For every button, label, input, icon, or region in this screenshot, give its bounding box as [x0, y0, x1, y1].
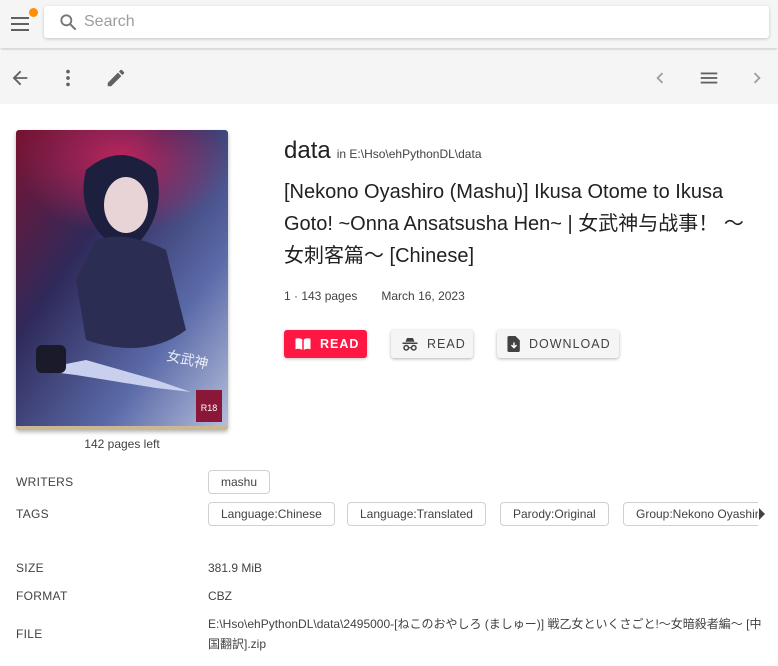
- edit-icon[interactable]: [104, 66, 128, 90]
- book-meta: 1 · 143 pages March 16, 2023: [284, 289, 465, 303]
- incognito-icon: [402, 338, 418, 351]
- tag-chip[interactable]: Language:Translated: [347, 502, 486, 526]
- book-date: March 16, 2023: [381, 289, 465, 303]
- book-cover[interactable]: R18 女武神: [16, 130, 228, 430]
- tag-chip[interactable]: Group:Nekono Oyashiro: [623, 502, 758, 526]
- arrow-back-icon[interactable]: [8, 66, 32, 90]
- pages-info: 1 · 143 pages: [284, 289, 358, 303]
- size-label: SIZE: [16, 561, 44, 575]
- search-icon: [60, 14, 77, 31]
- incognito-read-button[interactable]: READ: [391, 330, 473, 358]
- size-value: 381.9 MiB: [208, 561, 263, 575]
- file-download-icon: [507, 336, 520, 352]
- search-bar[interactable]: [44, 6, 769, 38]
- book-title: [Nekono Oyashiro (Mashu)] Ikusa Otome to…: [284, 181, 744, 267]
- download-button[interactable]: DOWNLOAD: [497, 330, 619, 358]
- writer-chip[interactable]: mashu: [208, 470, 271, 494]
- library-heading: data in E:\Hso\ehPythonDL\data: [284, 137, 482, 165]
- chevron-right-icon[interactable]: [745, 66, 769, 90]
- reader-toolbar: [0, 52, 778, 104]
- notification-dot: [29, 8, 38, 17]
- pages-left-text: 142 pages left: [84, 437, 160, 451]
- tag-chip[interactable]: Language:Chinese: [208, 502, 335, 526]
- file-path: E:\Hso\ehPythonDL\data\2495000-[ねこのおやしろ …: [208, 617, 762, 651]
- scroll-right-icon[interactable]: [757, 506, 767, 522]
- library-path: in E:\Hso\ehPythonDL\data: [336, 147, 482, 161]
- tag-chip[interactable]: Parody:Original: [500, 502, 609, 526]
- format-value: CBZ: [208, 589, 232, 603]
- svg-text:R18: R18: [201, 403, 218, 413]
- cover-progress-strip: [16, 426, 228, 430]
- tags-label: TAGS: [16, 507, 49, 521]
- format-label: FORMAT: [16, 589, 68, 603]
- file-label: FILE: [16, 627, 43, 641]
- book-open-icon: [295, 338, 311, 350]
- read-button[interactable]: READ: [284, 330, 367, 358]
- writers-label: WRITERS: [16, 475, 74, 489]
- chevron-left-icon[interactable]: [648, 66, 672, 90]
- more-vert-icon[interactable]: [56, 66, 80, 90]
- top-app-bar: [0, 0, 778, 48]
- search-input[interactable]: [84, 13, 724, 31]
- library-name[interactable]: data: [284, 137, 331, 164]
- menu-icon[interactable]: [697, 66, 721, 90]
- tags-row: Language:Chinese Language:Translated Par…: [208, 502, 758, 526]
